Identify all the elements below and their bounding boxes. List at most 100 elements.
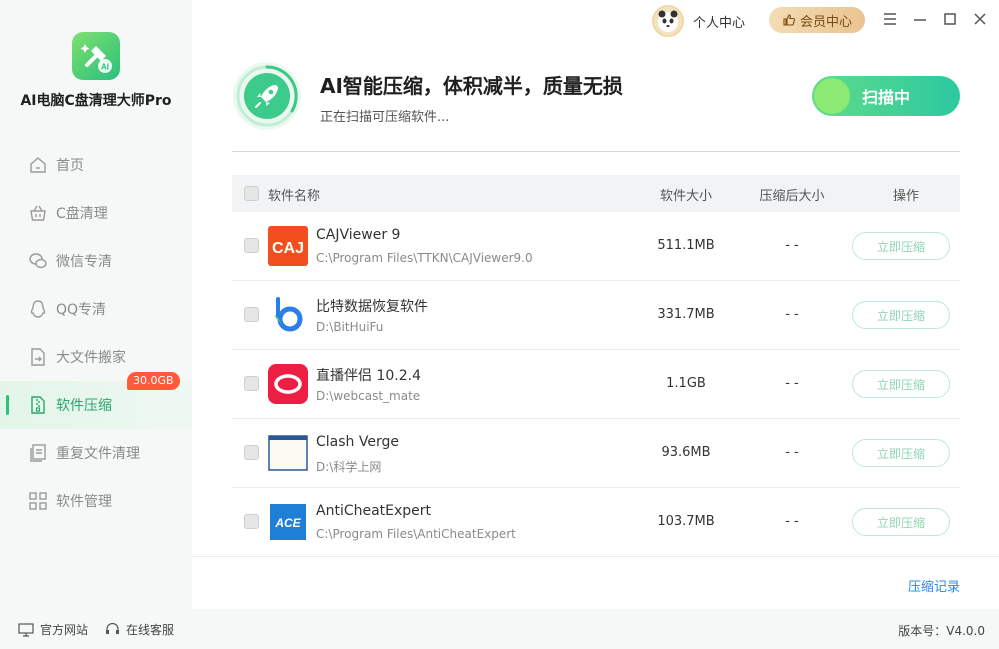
svg-text:ACE: ACE [274,516,301,530]
nav-label: QQ专清 [56,302,107,318]
app-name: CAJViewer 9 [316,227,401,243]
select-all-checkbox[interactable] [244,186,259,201]
table-row: Clash Verge D:\科学上网 93.6MB - - 立即压缩 [232,419,960,488]
app-size: 1.1GB [666,376,706,391]
compressed-size: - - [785,514,799,529]
duplicate-icon [30,444,46,462]
svg-text:CAJ: CAJ [272,240,304,257]
app-path: D:\BitHuiFu [316,320,384,334]
nav-label: 首页 [56,158,84,174]
app-path: D:\科学上网 [316,460,382,474]
divider [192,556,999,557]
compress-history-link[interactable]: 压缩记录 [908,576,960,595]
app-path: D:\webcast_mate [316,389,421,403]
webcast-mate-icon [268,364,308,404]
monitor-icon [18,622,34,637]
table-row: 比特数据恢复软件 D:\BitHuiFu 331.7MB - - 立即压缩 [232,281,960,350]
vip-center-button[interactable]: 会员中心 [769,7,865,33]
file-move-icon [31,348,45,366]
nav-item-home[interactable]: 首页 [0,141,192,189]
personal-center-link[interactable]: 个人中心 [693,12,745,31]
page-title: AI智能压缩，体积减半，质量无损 [320,74,623,98]
scan-status: 正在扫描可压缩软件... [320,110,450,125]
row-checkbox[interactable] [244,514,259,529]
app-size: 331.7MB [657,307,715,322]
row-checkbox[interactable] [244,238,259,253]
app-size: 103.7MB [657,514,715,529]
table-row: CAJ CAJViewer 9 C:\Program Files\TTKN\CA… [232,212,960,281]
compress-now-button[interactable]: 立即压缩 [852,439,950,467]
compressed-size: - - [785,376,799,391]
nav-item-software-compress[interactable]: 软件压缩 30.0GB [0,372,192,429]
rocket-icon [233,62,301,130]
compress-now-button[interactable]: 立即压缩 [852,232,950,260]
scan-button-label: 扫描中 [861,88,910,107]
app-name: AntiCheatExpert [316,503,432,519]
app-path: C:\Program Files\TTKN\CAJViewer9.0 [316,251,533,265]
apps-icon [29,492,47,510]
thumbs-up-icon [783,14,795,26]
size-badge: 30.0GB [127,372,180,390]
cajviewer-icon: CAJ [268,226,308,266]
compress-now-button[interactable]: 立即压缩 [852,301,950,329]
nav-item-c-drive-clean[interactable]: C盘清理 [0,189,192,237]
maximize-icon[interactable] [941,10,959,28]
row-checkbox[interactable] [244,445,259,460]
active-indicator [6,395,9,415]
app-size: 93.6MB [661,445,711,460]
row-checkbox[interactable] [244,376,259,391]
table-header: 软件名称 软件大小 压缩后大小 操作 [232,175,960,212]
scan-progress-knob [814,78,850,114]
nav-item-software-manage[interactable]: 软件管理 [0,477,192,525]
compress-now-button[interactable]: 立即压缩 [852,508,950,536]
qq-icon [30,300,46,318]
home-icon [30,157,46,173]
compressed-size: - - [785,307,799,322]
app-size: 511.1MB [657,238,715,253]
headset-icon [106,622,119,634]
nav-item-qq-clean[interactable]: QQ专清 [0,285,192,333]
minimize-icon[interactable] [911,10,929,28]
column-header-action: 操作 [892,189,919,204]
nav-label: C盘清理 [56,206,108,222]
app-name: AI电脑C盘清理大师Pro [20,93,172,109]
sidebar: AI AI电脑C盘清理大师Pro 首页 C盘清理 微信专清 QQ专清 大文件搬家… [0,0,192,609]
wechat-icon [29,253,47,269]
avatar[interactable] [652,5,684,37]
compressed-size: - - [785,238,799,253]
compress-now-button[interactable]: 立即压缩 [852,370,950,398]
nav-label: 软件管理 [56,494,112,510]
window-app-icon [268,435,308,471]
table-row: 直播伴侣 10.2.4 D:\webcast_mate 1.1GB - - 立即… [232,350,960,419]
compressed-size: - - [785,445,799,460]
close-icon[interactable] [971,10,989,28]
scan-button[interactable]: 扫描中 [812,76,960,116]
nav-label: 大文件搬家 [56,350,126,366]
footer: 官方网站 在线客服 版本号：V4.0.0 [0,609,999,649]
version-text: 版本号：V4.0.0 [898,624,985,638]
official-website-link[interactable]: 官方网站 [18,621,88,638]
ace-icon: ACE [270,504,306,540]
basket-icon [30,205,46,221]
online-support-link[interactable]: 在线客服 [105,621,174,638]
column-header-size: 软件大小 [659,189,712,204]
nav-item-wechat-clean[interactable]: 微信专清 [0,237,192,285]
app-name: 直播伴侣 10.2.4 [316,368,421,384]
menu-icon[interactable] [881,10,899,28]
nav-label: 微信专清 [56,254,112,270]
app-name: 比特数据恢复软件 [316,299,428,315]
nav-label: 重复文件清理 [56,446,140,462]
online-support-label: 在线客服 [126,623,175,637]
row-checkbox[interactable] [244,307,259,322]
bit-recovery-icon [274,297,303,332]
app-path: C:\Program Files\AntiCheatExpert [316,527,516,541]
zip-icon [31,396,45,414]
nav-item-duplicate-clean[interactable]: 重复文件清理 [0,429,192,477]
app-name: Clash Verge [316,434,399,450]
column-header-compressed: 压缩后大小 [759,189,825,204]
vip-center-label: 会员中心 [799,14,852,30]
app-logo-icon: AI [72,32,120,80]
nav-label: 软件压缩 [56,398,112,414]
divider [232,151,960,152]
official-website-label: 官方网站 [40,623,89,637]
